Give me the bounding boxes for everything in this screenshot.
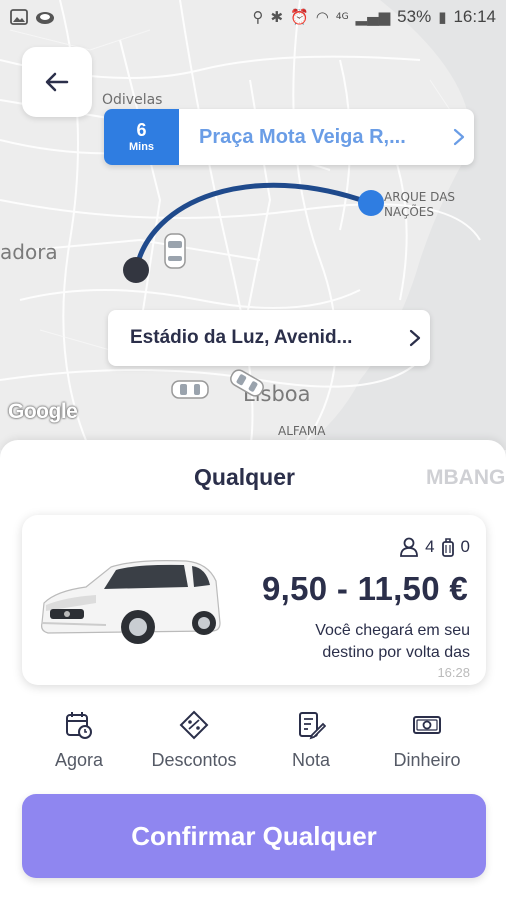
option-label: Agora	[54, 750, 104, 770]
map-label-parque: ARQUE DAS NAÇÕES	[384, 190, 456, 219]
tab-mbang[interactable]: MBANG	[426, 466, 505, 490]
origin-card[interactable]: Estádio da Luz, Avenid...	[108, 310, 430, 366]
eta-unit: Mins	[128, 141, 155, 153]
price-range: 9,50 - 11,50 €	[261, 570, 468, 607]
passenger-count: 4	[425, 537, 435, 556]
gallery-notification-icon	[10, 9, 28, 25]
map-label-adora: adora	[0, 240, 58, 264]
cloud-notification-icon	[36, 12, 54, 24]
battery-icon: ▮	[438, 7, 447, 26]
car-marker-icon	[164, 233, 186, 269]
luggage-count: 0	[460, 537, 470, 556]
vehicle-card[interactable]: 4 0 9,50 - 11,50 € Você chegará em seu d…	[22, 515, 486, 685]
origin-pin	[123, 257, 149, 283]
alarm-icon: ⏰	[290, 7, 309, 26]
capacity-row: 4 0	[399, 537, 470, 557]
chevron-right-icon	[444, 109, 474, 165]
map-label-alfama: ALFAMA	[278, 424, 326, 438]
option-descontos[interactable]: Descontos	[134, 710, 254, 771]
vehicle-tabs: Qualquer MBANG	[0, 460, 506, 500]
bottom-sheet: Qualquer MBANG 4 0 9,50 - 11,50 € Você c…	[0, 440, 506, 900]
status-system: ⚲ ✱ ⏰ ◠ 4G ▂▄▆ 53% ▮ 16:14	[252, 7, 496, 27]
cash-icon	[413, 716, 441, 734]
car-image	[41, 560, 221, 644]
destination-pin	[358, 190, 384, 216]
arrow-left-icon	[45, 72, 69, 92]
bluetooth-icon: ✱	[270, 7, 284, 26]
clock: 16:14	[453, 7, 496, 26]
luggage-icon	[441, 538, 454, 557]
note-edit-icon	[299, 712, 326, 740]
arrival-text: Você chegará em seu destino por volta da…	[315, 622, 470, 661]
eta-value: 6	[136, 120, 147, 140]
status-bar: ⚲ ✱ ⏰ ◠ 4G ▂▄▆ 53% ▮ 16:14	[0, 0, 506, 34]
calendar-clock-icon	[66, 712, 92, 739]
car-marker-icon	[171, 380, 209, 399]
back-button[interactable]	[22, 47, 92, 117]
discount-tag-icon	[179, 710, 209, 740]
origin-address: Estádio da Luz, Avenid...	[130, 327, 353, 348]
option-label: Nota	[291, 750, 331, 770]
car-marker-icon	[230, 369, 264, 397]
confirm-button[interactable]: Confirmar Qualquer	[22, 794, 486, 878]
map-label-odivelas: Odivelas	[102, 92, 163, 108]
location-icon: ⚲	[252, 7, 264, 26]
option-agora[interactable]: Agora	[19, 710, 139, 771]
option-label: Dinheiro	[393, 750, 461, 770]
arrival-time-partial: 16:28	[437, 665, 470, 680]
passenger-icon	[400, 537, 418, 557]
eta-badge: 6 Mins	[104, 109, 179, 165]
status-notifications	[10, 9, 55, 25]
option-dinheiro[interactable]: Dinheiro	[367, 710, 487, 771]
destination-card[interactable]: 6 Mins Praça Mota Veiga R,...	[104, 109, 474, 165]
destination-address: Praça Mota Veiga R,...	[199, 125, 406, 148]
ride-options: Agora Descontos Nota Dinheiro	[0, 710, 506, 780]
tab-qualquer[interactable]: Qualquer	[194, 464, 295, 491]
option-nota[interactable]: Nota	[251, 710, 371, 771]
signal-icon: ▂▄▆	[355, 7, 391, 26]
chevron-right-icon	[400, 329, 430, 347]
option-label: Descontos	[151, 750, 237, 770]
wifi-icon: ◠	[315, 7, 329, 26]
google-attribution-logo: Google	[8, 400, 78, 423]
network-type: 4G	[335, 12, 349, 22]
battery-level: 53%	[397, 7, 432, 26]
